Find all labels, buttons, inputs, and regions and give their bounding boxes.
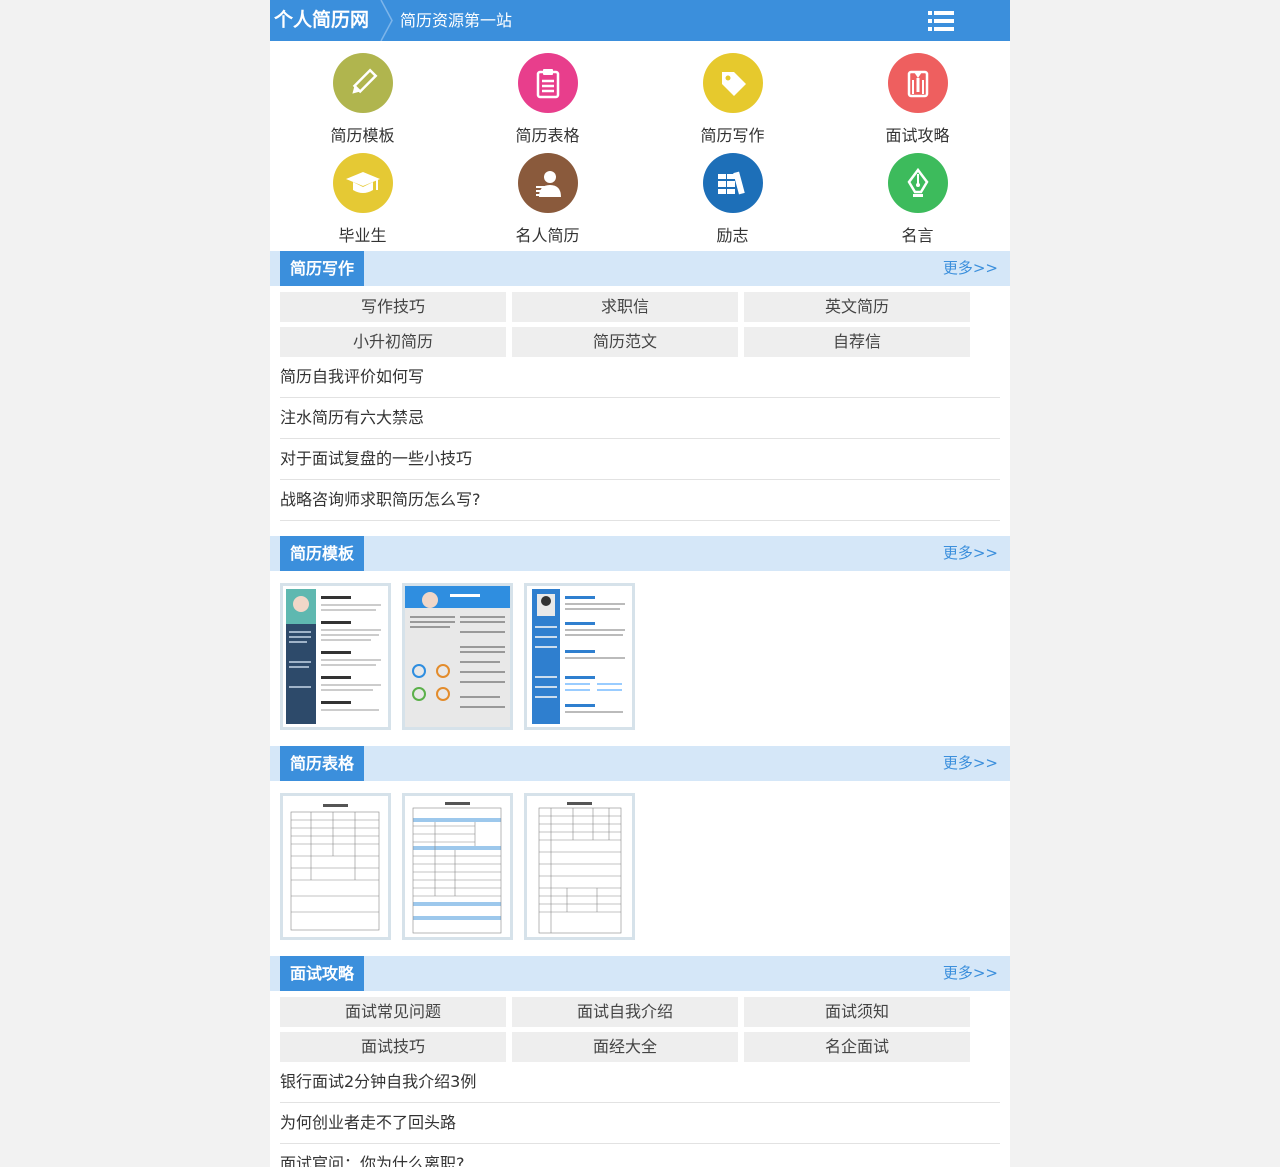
template-thumbnails bbox=[270, 571, 1010, 746]
nav-label: 简历模板 bbox=[330, 126, 395, 145]
article-link[interactable]: 简历自我评价如何写 bbox=[280, 357, 1000, 398]
writing-tags: 写作技巧 求职信 英文简历 小升初简历 简历范文 自荐信 bbox=[270, 286, 1010, 357]
tag-button[interactable]: 名企面试 bbox=[744, 1032, 970, 1062]
section-header-interview: 面试攻略 更多>> bbox=[270, 956, 1010, 991]
clipboard-icon bbox=[517, 53, 578, 113]
section-title[interactable]: 面试攻略 bbox=[280, 956, 365, 991]
nav-label: 毕业生 bbox=[338, 226, 387, 245]
suit-icon bbox=[887, 53, 948, 113]
article-link[interactable]: 面试官问：你为什么离职? bbox=[280, 1144, 1000, 1167]
more-link[interactable]: 更多>> bbox=[943, 536, 998, 571]
top-header: 个人简历网 简历资源第一站 bbox=[270, 0, 1010, 41]
tag-button[interactable]: 写作技巧 bbox=[280, 292, 506, 322]
nav-resume-writing[interactable]: 简历写作 bbox=[640, 53, 825, 153]
tag-button[interactable]: 简历范文 bbox=[512, 327, 738, 357]
tag-icon bbox=[702, 53, 763, 113]
nav-label: 励志 bbox=[716, 226, 749, 245]
tag-button[interactable]: 面试自我介绍 bbox=[512, 997, 738, 1027]
article-link[interactable]: 战略咨询师求职简历怎么写? bbox=[280, 480, 1000, 521]
tag-button[interactable]: 自荐信 bbox=[744, 327, 970, 357]
nav-label: 名人简历 bbox=[515, 226, 580, 245]
nav-quotes[interactable]: 名言 bbox=[825, 153, 1010, 253]
tag-button[interactable]: 面试常见问题 bbox=[280, 997, 506, 1027]
more-link[interactable]: 更多>> bbox=[943, 251, 998, 286]
section-header-templates: 简历模板 更多>> bbox=[270, 536, 1010, 571]
person-icon bbox=[517, 153, 578, 213]
article-link[interactable]: 对于面试复盘的一些小技巧 bbox=[280, 439, 1000, 480]
tag-button[interactable]: 面试须知 bbox=[744, 997, 970, 1027]
article-link[interactable]: 银行面试2分钟自我介绍3例 bbox=[280, 1062, 1000, 1103]
page: 个人简历网 简历资源第一站 简历模板 简历表格 简历写作 面试攻略 毕业生 名人… bbox=[270, 0, 1010, 1167]
more-link[interactable]: 更多>> bbox=[943, 956, 998, 991]
category-grid: 简历模板 简历表格 简历写作 面试攻略 毕业生 名人简历 励志 名言 bbox=[270, 41, 1010, 251]
logo-divider bbox=[380, 0, 394, 41]
interview-tags: 面试常见问题 面试自我介绍 面试须知 面试技巧 面经大全 名企面试 bbox=[270, 991, 1010, 1062]
template-thumbnail[interactable] bbox=[524, 583, 635, 730]
nav-interview-guide[interactable]: 面试攻略 bbox=[825, 53, 1010, 153]
template-thumbnail[interactable] bbox=[280, 583, 391, 730]
more-link[interactable]: 更多>> bbox=[943, 746, 998, 781]
site-logo[interactable]: 个人简历网 bbox=[270, 0, 380, 41]
graduation-cap-icon bbox=[332, 153, 393, 213]
section-title[interactable]: 简历表格 bbox=[280, 746, 365, 781]
section-title[interactable]: 简历模板 bbox=[280, 536, 365, 571]
nav-label: 简历写作 bbox=[700, 126, 765, 145]
section-header-forms: 简历表格 更多>> bbox=[270, 746, 1010, 781]
article-link[interactable]: 注水简历有六大禁忌 bbox=[280, 398, 1000, 439]
tag-button[interactable]: 求职信 bbox=[512, 292, 738, 322]
section-title[interactable]: 简历写作 bbox=[280, 251, 365, 286]
nav-resume-templates[interactable]: 简历模板 bbox=[270, 53, 455, 153]
nav-inspiration[interactable]: 励志 bbox=[640, 153, 825, 253]
writing-article-list: 简历自我评价如何写 注水简历有六大禁忌 对于面试复盘的一些小技巧 战略咨询师求职… bbox=[270, 357, 1010, 521]
list-menu-icon[interactable] bbox=[928, 10, 954, 32]
interview-article-list: 银行面试2分钟自我介绍3例 为何创业者走不了回头路 面试官问：你为什么离职? bbox=[270, 1062, 1010, 1167]
tag-button[interactable]: 面试技巧 bbox=[280, 1032, 506, 1062]
section-header-writing: 简历写作 更多>> bbox=[270, 251, 1010, 286]
nav-label: 简历表格 bbox=[515, 126, 580, 145]
tag-button[interactable]: 英文简历 bbox=[744, 292, 970, 322]
nav-label: 面试攻略 bbox=[885, 126, 950, 145]
nav-celebrity-resumes[interactable]: 名人简历 bbox=[455, 153, 640, 253]
template-thumbnail[interactable] bbox=[402, 583, 513, 730]
tag-button[interactable]: 小升初简历 bbox=[280, 327, 506, 357]
form-thumbnails bbox=[270, 781, 1010, 956]
form-thumbnail[interactable] bbox=[280, 793, 391, 940]
form-thumbnail[interactable] bbox=[524, 793, 635, 940]
nav-resume-forms[interactable]: 简历表格 bbox=[455, 53, 640, 153]
nav-label: 名言 bbox=[901, 226, 934, 245]
article-link[interactable]: 为何创业者走不了回头路 bbox=[280, 1103, 1000, 1144]
tag-button[interactable]: 面经大全 bbox=[512, 1032, 738, 1062]
nav-graduates[interactable]: 毕业生 bbox=[270, 153, 455, 253]
site-tagline: 简历资源第一站 bbox=[400, 11, 513, 30]
form-thumbnail[interactable] bbox=[402, 793, 513, 940]
pencil-icon bbox=[332, 53, 393, 113]
pen-nib-icon bbox=[887, 153, 948, 213]
books-icon bbox=[702, 153, 763, 213]
